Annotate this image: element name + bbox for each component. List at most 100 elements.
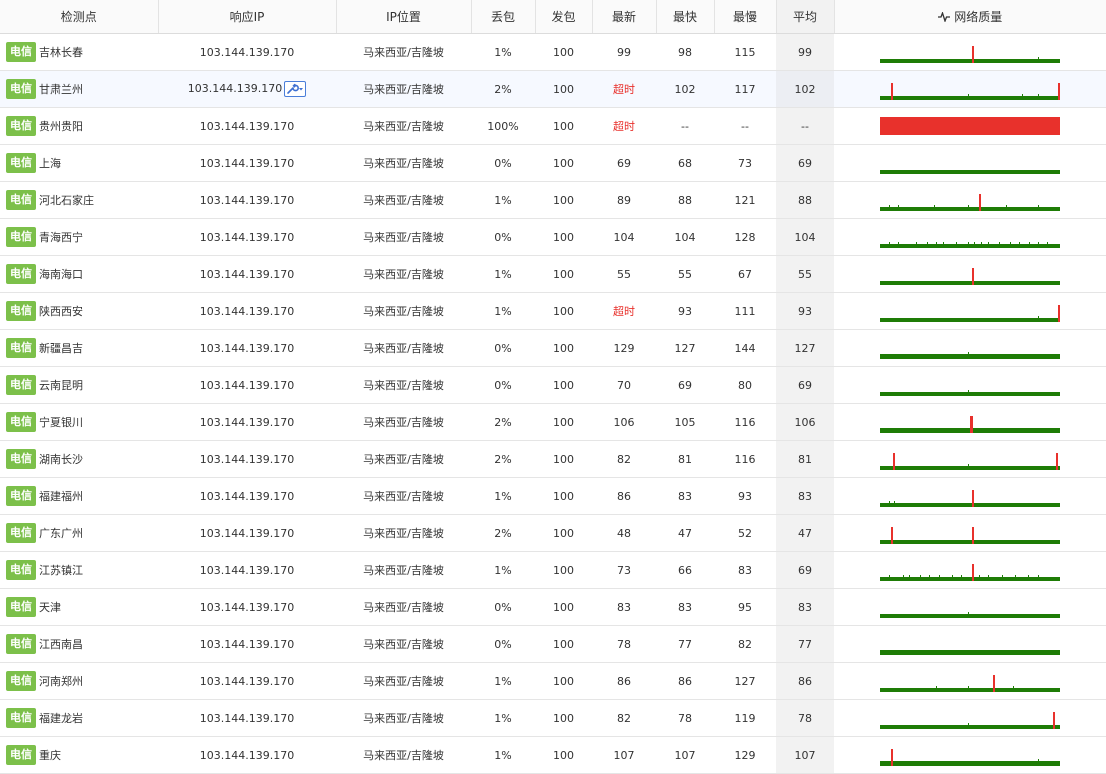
node-name: 吉林长春	[39, 46, 83, 59]
table-row[interactable]: 电信 海南海口 103.144.139.170 马来西亚/吉隆坡 1% 100 55 55 67…	[0, 255, 1106, 293]
ip-text: 103.144.139.170	[199, 119, 295, 133]
table-row[interactable]: 电信 甘肃兰州 103.144.139.170 马来西亚/吉隆坡 2% 100 超时 102 1…	[0, 70, 1106, 108]
cell-avg: 69	[776, 144, 834, 182]
cell-ip: 103.144.139.170	[158, 588, 336, 626]
loss-spike	[891, 527, 893, 544]
loss-spike	[1053, 712, 1055, 729]
col-header-loss[interactable]: 丢包	[471, 0, 536, 34]
table-row[interactable]: 电信 湖南长沙 103.144.139.170 马来西亚/吉隆坡 2% 100 82 81 11…	[0, 440, 1106, 478]
latency-jitter	[1013, 686, 1014, 688]
table-row[interactable]: 电信 青海西宁 103.144.139.170 马来西亚/吉隆坡 0% 100 104 104…	[0, 218, 1106, 256]
ip-text: 103.144.139.170	[199, 600, 295, 614]
cell-node: 电信 江西南昌	[0, 625, 158, 663]
ip-text: 103.144.139.170	[199, 489, 295, 503]
cell-slowest: 93	[714, 477, 776, 515]
cell-location: 马来西亚/吉隆坡	[336, 403, 471, 441]
ip-text: 103.144.139.170	[199, 711, 295, 725]
cell-node: 电信 福建福州	[0, 477, 158, 515]
cell-fastest: 104	[656, 218, 714, 256]
latency-jitter	[988, 242, 989, 244]
table-row[interactable]: 电信 重庆 103.144.139.170 马来西亚/吉隆坡 1% 100 107 107 12…	[0, 736, 1106, 774]
latency-jitter	[1006, 205, 1007, 207]
node-name: 陕西西安	[39, 305, 83, 318]
latency-jitter	[889, 501, 890, 503]
cell-avg: 55	[776, 255, 834, 293]
cell-location: 马来西亚/吉隆坡	[336, 255, 471, 293]
table-row[interactable]: 电信 上海 103.144.139.170 马来西亚/吉隆坡 0% 100 69 68 73 69	[0, 144, 1106, 182]
latency-jitter	[968, 242, 969, 244]
cell-loss: 0%	[471, 625, 535, 663]
node-name: 海南海口	[39, 268, 83, 281]
cell-latest: 86	[592, 477, 656, 515]
isp-badge: 电信	[6, 338, 36, 358]
col-header-sent[interactable]: 发包	[535, 0, 593, 34]
table-row[interactable]: 电信 陕西西安 103.144.139.170 马来西亚/吉隆坡 1% 100 超时 93 11…	[0, 292, 1106, 330]
isp-badge: 电信	[6, 264, 36, 284]
cell-latest: 106	[592, 403, 656, 441]
table-row[interactable]: 电信 福建龙岩 103.144.139.170 马来西亚/吉隆坡 1% 100 82 78 11…	[0, 699, 1106, 737]
table-row[interactable]: 电信 新疆昌吉 103.144.139.170 马来西亚/吉隆坡 0% 100 129 127…	[0, 329, 1106, 367]
latency-jitter	[999, 242, 1000, 244]
cell-latest: 82	[592, 699, 656, 737]
latency-baseline	[880, 466, 1060, 470]
latency-jitter	[934, 205, 935, 207]
cell-ip: 103.144.139.170	[158, 366, 336, 404]
ip-text: 103.144.139.170	[199, 378, 295, 392]
cell-sent: 100	[535, 70, 592, 108]
col-header-location[interactable]: IP位置	[336, 0, 472, 34]
latency-jitter	[968, 612, 969, 614]
col-header-avg[interactable]: 平均	[776, 0, 835, 34]
quality-sparkline	[880, 650, 1060, 655]
cell-quality	[834, 514, 1106, 552]
table-row[interactable]: 电信 福建福州 103.144.139.170 马来西亚/吉隆坡 1% 100 86 83 93…	[0, 477, 1106, 515]
isp-badge: 电信	[6, 745, 36, 765]
quality-sparkline	[880, 242, 1060, 248]
node-name: 天津	[39, 601, 61, 614]
col-header-ip[interactable]: 响应IP	[158, 0, 337, 34]
latency-baseline	[880, 318, 1060, 322]
table-row[interactable]: 电信 河南郑州 103.144.139.170 马来西亚/吉隆坡 1% 100 86 86 12…	[0, 662, 1106, 700]
latency-jitter	[1038, 205, 1039, 207]
col-header-latest[interactable]: 最新	[592, 0, 657, 34]
latency-jitter	[1029, 242, 1030, 244]
isp-badge: 电信	[6, 375, 36, 395]
col-header-fastest[interactable]: 最快	[656, 0, 715, 34]
table-row[interactable]: 电信 云南昆明 103.144.139.170 马来西亚/吉隆坡 0% 100 70 69 80…	[0, 366, 1106, 404]
isp-badge: 电信	[6, 634, 36, 654]
loss-spike	[891, 749, 893, 766]
latency-jitter	[968, 352, 969, 354]
table-row[interactable]: 电信 吉林长春 103.144.139.170 马来西亚/吉隆坡 1% 100 99 98 11…	[0, 33, 1106, 71]
latency-jitter	[1010, 242, 1011, 244]
cell-slowest: 116	[714, 403, 776, 441]
table-row[interactable]: 电信 河北石家庄 103.144.139.170 马来西亚/吉隆坡 1% 100 89 88 1…	[0, 181, 1106, 219]
ip-text: 103.144.139.170	[199, 304, 295, 318]
table-row[interactable]: 电信 广东广州 103.144.139.170 马来西亚/吉隆坡 2% 100 48 47 52…	[0, 514, 1106, 552]
wrench-icon[interactable]	[284, 81, 307, 97]
col-header-slowest[interactable]: 最慢	[714, 0, 777, 34]
cell-sent: 100	[535, 107, 592, 145]
cell-avg: 102	[776, 70, 834, 108]
cell-quality	[834, 70, 1106, 108]
node-name: 江西南昌	[39, 638, 83, 651]
table-row[interactable]: 电信 贵州贵阳 103.144.139.170 马来西亚/吉隆坡 100% 100 超时 --…	[0, 107, 1106, 145]
cell-slowest: 121	[714, 181, 776, 219]
table-row[interactable]: 电信 天津 103.144.139.170 马来西亚/吉隆坡 0% 100 83 83 95 83	[0, 588, 1106, 626]
col-header-node[interactable]: 检测点	[0, 0, 159, 34]
cell-latest: 89	[592, 181, 656, 219]
cell-sent: 100	[535, 736, 592, 774]
latency-jitter	[968, 464, 969, 466]
cell-node: 电信 宁夏银川	[0, 403, 158, 441]
col-header-quality[interactable]: 网络质量	[834, 0, 1106, 34]
table-row[interactable]: 电信 宁夏银川 103.144.139.170 马来西亚/吉隆坡 2% 100 106 105…	[0, 403, 1106, 441]
cell-loss: 1%	[471, 292, 535, 330]
table-row[interactable]: 电信 江西南昌 103.144.139.170 马来西亚/吉隆坡 0% 100 78 77 82…	[0, 625, 1106, 663]
latency-jitter	[1038, 94, 1039, 96]
cell-latest: 83	[592, 588, 656, 626]
latency-baseline	[880, 207, 1060, 211]
cell-quality	[834, 33, 1106, 71]
node-name: 重庆	[39, 749, 61, 762]
table-row[interactable]: 电信 江苏镇江 103.144.139.170 马来西亚/吉隆坡 1% 100 73 66 83…	[0, 551, 1106, 589]
latency-jitter	[889, 205, 890, 207]
cell-loss: 1%	[471, 255, 535, 293]
cell-ip: 103.144.139.170	[158, 514, 336, 552]
